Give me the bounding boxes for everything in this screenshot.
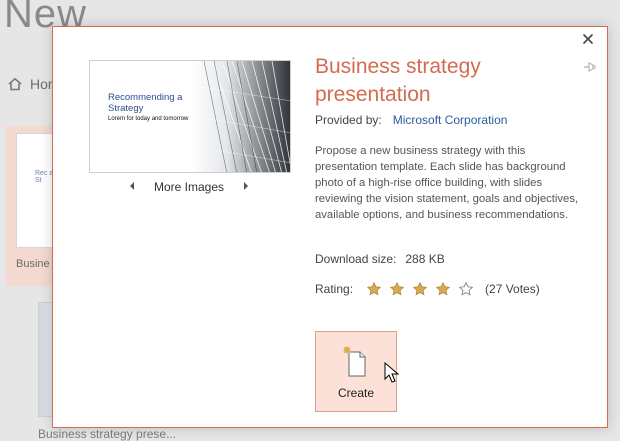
building-photo — [192, 61, 290, 172]
close-icon — [582, 32, 594, 50]
chevron-right-icon — [242, 180, 250, 194]
close-button[interactable] — [579, 32, 597, 50]
template-title: Business strategy presentation — [315, 55, 481, 106]
star-icon — [411, 280, 429, 298]
preview-subtitle: Lorem for today and tomorrow — [108, 116, 189, 122]
next-image-button[interactable] — [241, 182, 251, 192]
pin-icon[interactable] — [583, 60, 597, 74]
star-icon — [388, 280, 406, 298]
chevron-left-icon — [128, 180, 136, 194]
provider-link[interactable]: Microsoft Corporation — [393, 113, 508, 127]
template-description: Propose a new business strategy with thi… — [315, 145, 579, 221]
rating-label: Rating: — [315, 282, 354, 296]
rating-votes: (27 Votes) — [485, 282, 540, 296]
template-card-label: Busine — [16, 258, 50, 270]
template-caption[interactable]: Business strategy prese... — [38, 427, 176, 441]
template-thumbnail[interactable]: Rec a St — [16, 133, 56, 248]
preview-title: Recommending a Strategy — [108, 92, 183, 114]
template-preview-dialog: Recommending a Strategy Lorem for today … — [52, 26, 608, 428]
new-document-icon — [341, 346, 371, 380]
download-size-label: Download size: — [315, 252, 397, 266]
rating-row: Rating: (27 Votes) — [315, 280, 540, 298]
create-label: Create — [337, 386, 375, 400]
star-icon — [434, 280, 452, 298]
provided-by-row: Provided by: Microsoft Corporation — [315, 113, 507, 127]
download-size-row: Download size: 288 KB — [315, 252, 445, 266]
home-icon — [8, 77, 22, 91]
star-outline-icon — [457, 280, 475, 298]
rating-stars — [365, 280, 475, 298]
provided-by-label: Provided by: — [315, 113, 382, 127]
more-images-label[interactable]: More Images — [154, 180, 224, 194]
previous-image-button[interactable] — [127, 182, 137, 192]
template-preview-image: Recommending a Strategy Lorem for today … — [89, 60, 291, 173]
create-button[interactable]: Create — [315, 331, 397, 412]
download-size-value: 288 KB — [405, 252, 445, 266]
more-images-row: More Images — [127, 178, 251, 196]
star-icon — [365, 280, 383, 298]
